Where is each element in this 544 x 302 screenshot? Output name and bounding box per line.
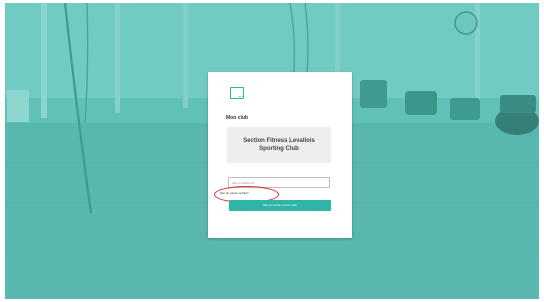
app-frame: ← Mon club Section Fitness Levallois Spo… (5, 3, 539, 299)
connect-button[interactable]: Me connecter à mon club (229, 200, 331, 211)
card-title: Mon club (226, 115, 248, 121)
forgot-password-link[interactable]: Mot de passe oublié? (220, 191, 249, 195)
arrow-left-icon: ← (237, 90, 246, 100)
club-login-card: ← Mon club Section Fitness Levallois Spo… (208, 72, 352, 238)
club-name: Section Fitness Levallois Sporting Club (243, 138, 315, 152)
club-name-box: Section Fitness Levallois Sporting Club (227, 127, 331, 163)
back-button[interactable]: ← (230, 87, 246, 100)
